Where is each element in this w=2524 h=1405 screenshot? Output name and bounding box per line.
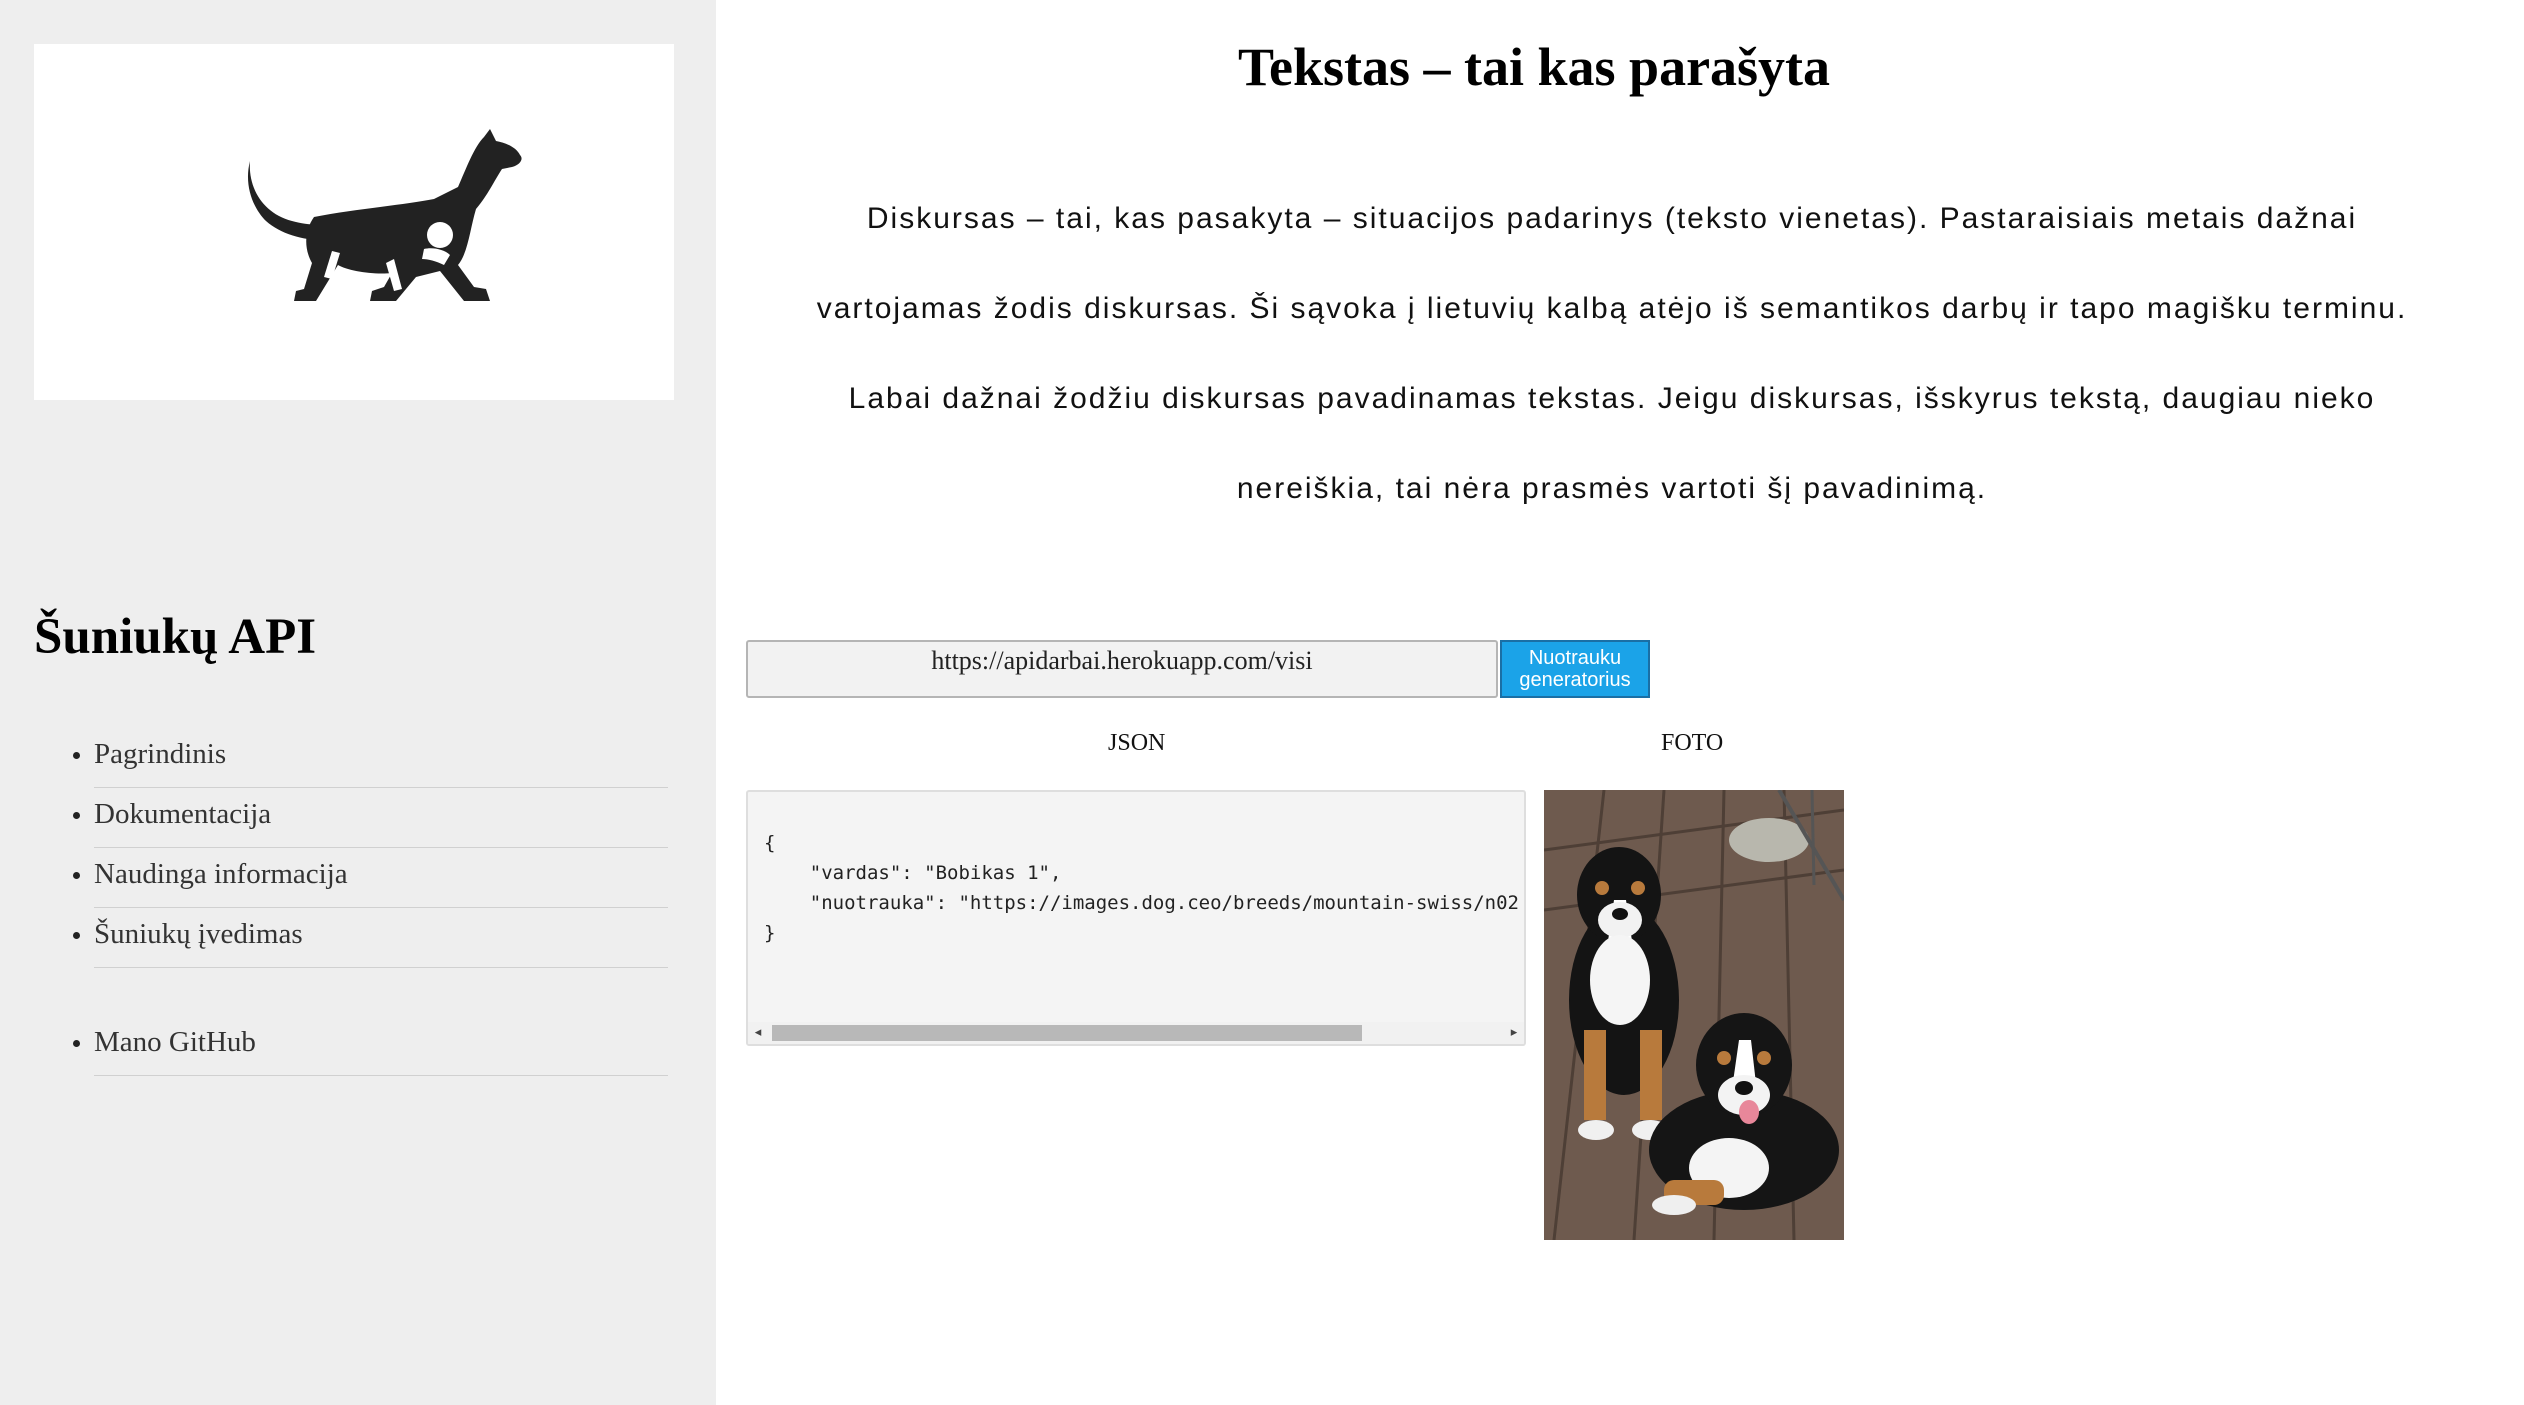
- json-output-box[interactable]: { "vardas": "Bobikas 1", "nuotrauka": "h…: [746, 790, 1526, 1046]
- foto-label: FOTO: [1661, 730, 1724, 756]
- nav-item-suniuku-ivedimas[interactable]: Šuniukų įvedimas: [73, 908, 668, 968]
- page-title: Tekstas – tai kas parašyta: [1237, 37, 1831, 97]
- button-label-line2: generatorius: [1519, 669, 1631, 691]
- logo-box[interactable]: [34, 44, 674, 400]
- sidebar-nav: Pagrindinis Dokumentacija Naudinga infor…: [73, 728, 668, 1076]
- nav-item-mano-github[interactable]: Mano GitHub: [73, 1016, 668, 1076]
- intro-line: Labai dažnai žodžiu diskursas pavadinama…: [848, 382, 2376, 415]
- intro-line: nereiškia, tai nėra prasmės vartoti šį p…: [1236, 472, 1988, 505]
- button-label-line1: Nuotrauku: [1528, 647, 1622, 669]
- json-line: "nuotrauka": "https://images.dog.ceo/bre…: [764, 892, 1519, 914]
- main-content: Tekstas – tai kas parašyta Diskursas – t…: [716, 0, 2524, 1405]
- dog-photo: [1544, 790, 1844, 1240]
- url-input[interactable]: [746, 640, 1498, 698]
- json-label: JSON: [1108, 730, 1166, 756]
- json-line: "vardas": "Bobikas 1",: [764, 862, 1062, 884]
- json-line: {: [764, 832, 776, 854]
- scroll-right-icon[interactable]: ▸: [1504, 1022, 1524, 1044]
- intro-paragraph: Diskursas – tai, kas pasakyta – situacij…: [752, 174, 2472, 534]
- nav-item-dokumentacija[interactable]: Dokumentacija: [73, 788, 668, 848]
- json-code: { "vardas": "Bobikas 1", "nuotrauka": "h…: [764, 828, 1519, 948]
- intro-line: vartojamas žodis diskursas. Ši sąvoka į …: [816, 292, 2408, 325]
- scroll-left-icon[interactable]: ◂: [748, 1022, 768, 1044]
- site-title: Šuniukų API: [34, 609, 317, 665]
- dog-silhouette-icon: [247, 129, 522, 301]
- json-line: }: [764, 922, 776, 944]
- dog-photo-image: [1544, 790, 1844, 1240]
- horizontal-scrollbar[interactable]: ◂ ▸: [748, 1022, 1524, 1044]
- sidebar: Šuniukų API Pagrindinis Dokumentacija Na…: [0, 0, 716, 1405]
- nav-item-naudinga-informacija[interactable]: Naudinga informacija: [73, 848, 668, 908]
- photo-generator-button[interactable]: Nuotrauku generatorius: [1500, 640, 1650, 698]
- intro-line: Diskursas – tai, kas pasakyta – situacij…: [866, 202, 2358, 235]
- scroll-thumb[interactable]: [772, 1025, 1362, 1041]
- nav-item-pagrindinis[interactable]: Pagrindinis: [73, 728, 668, 788]
